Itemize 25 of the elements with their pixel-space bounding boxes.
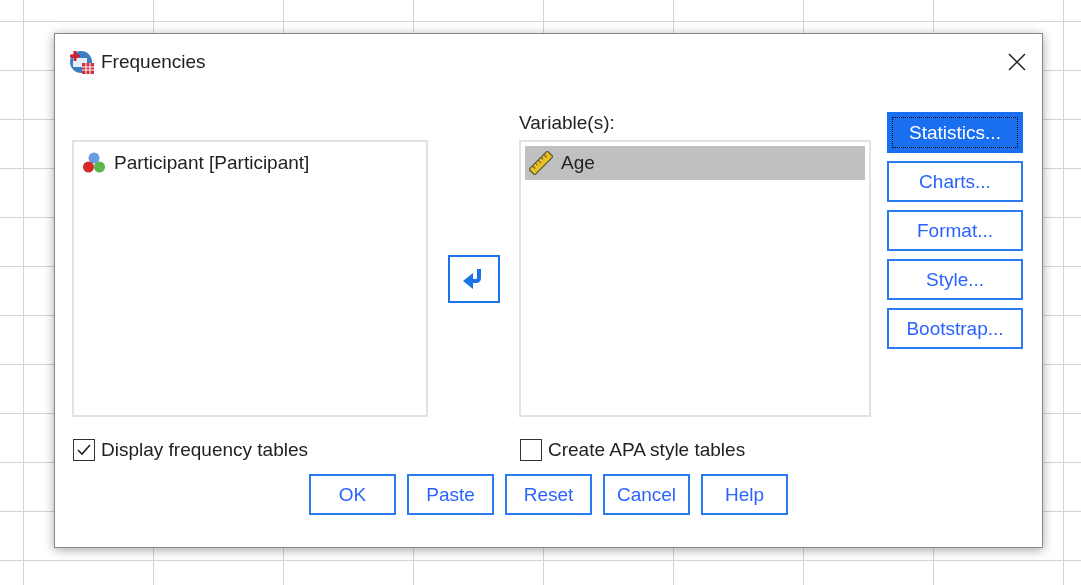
variable-name: Age (561, 152, 595, 174)
dialog-button[interactable]: Style... (887, 259, 1023, 300)
variables-label: Variable(s): (519, 112, 616, 135)
dialog-button[interactable]: Help (701, 474, 788, 515)
variables-list[interactable]: Age (519, 140, 871, 417)
checkbox-label: Display frequency tables (101, 439, 308, 461)
checkbox-label: Create APA style tables (548, 439, 746, 461)
dialog-button[interactable]: Reset (505, 474, 592, 515)
dialog-button[interactable]: Cancel (603, 474, 690, 515)
source-variable-list[interactable]: Participant [Participant] (72, 140, 428, 417)
app-icon (69, 49, 95, 75)
dialog-button[interactable]: OK (309, 474, 396, 515)
variable-item[interactable]: Age (525, 146, 865, 180)
window-title: Frequencies (101, 51, 207, 73)
dialog-button[interactable]: Bootstrap... (887, 308, 1023, 349)
move-button[interactable] (448, 255, 500, 303)
checkbox[interactable] (520, 439, 542, 461)
variable-name: Participant [Participant] (114, 152, 310, 174)
dialog-button[interactable]: Charts... (887, 161, 1023, 202)
dialog-button[interactable]: Format... (887, 210, 1023, 251)
checkbox[interactable] (73, 439, 95, 461)
dialog-button[interactable]: Paste (407, 474, 494, 515)
dialog-button[interactable]: Statistics... (887, 112, 1023, 153)
variable-item[interactable]: Participant [Participant] (78, 146, 422, 180)
three-circles-icon (82, 151, 106, 175)
